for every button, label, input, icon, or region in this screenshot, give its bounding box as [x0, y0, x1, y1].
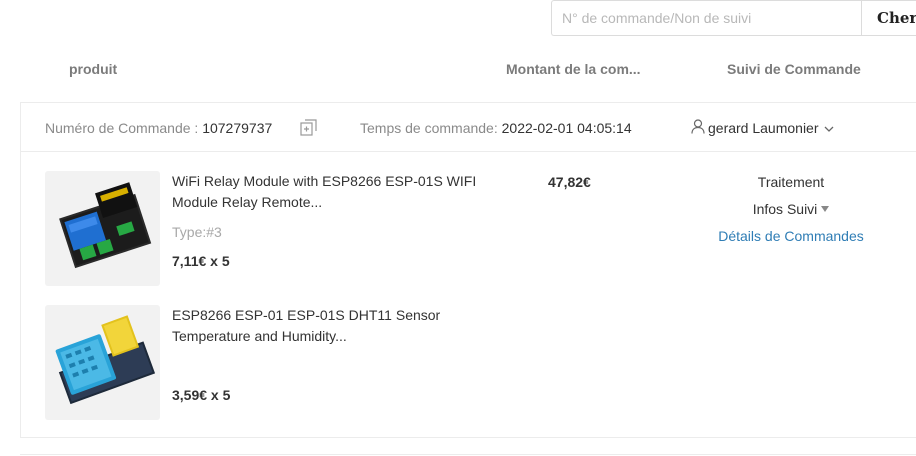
product-type: Type:#3 — [172, 224, 222, 240]
order-time-value: 2022-02-01 04:05:14 — [501, 120, 632, 136]
product-name[interactable]: ESP8266 ESP-01 ESP-01S DHT11 Sensor Temp… — [172, 305, 492, 347]
column-header-product: produit — [69, 61, 118, 77]
order-time-label: Temps de commande: — [360, 120, 502, 136]
product-name[interactable]: WiFi Relay Module with ESP8266 ESP-01S W… — [172, 171, 492, 213]
product-price-quantity: 7,11€ x 5 — [172, 253, 230, 269]
copy-icon[interactable] — [300, 119, 317, 141]
column-header-tracking: Suivi de Commande — [727, 61, 861, 77]
divider — [20, 454, 916, 455]
search-button[interactable]: Cher — [861, 0, 916, 36]
product-image-wifi-relay[interactable] — [45, 171, 160, 286]
order-header: Numéro de Commande : 107279737 Temps de … — [21, 103, 916, 152]
product-price-quantity: 3,59€ x 5 — [172, 387, 231, 403]
order-status: Traitement — [757, 174, 825, 190]
column-header-amount: Montant de la com... — [506, 61, 641, 77]
search-input[interactable] — [551, 0, 861, 36]
chevron-down-icon — [824, 120, 837, 136]
caret-down-icon — [821, 206, 830, 212]
order-time: Temps de commande: 2022-02-01 04:05:14 — [360, 120, 632, 136]
buyer-name: gerard Laumonier — [708, 120, 819, 136]
tracking-info-label: Infos Suivi — [752, 201, 818, 217]
order-card: Numéro de Commande : 107279737 Temps de … — [20, 102, 916, 438]
order-number-label: Numéro de Commande : — [45, 120, 203, 136]
user-icon — [691, 119, 708, 137]
buyer-dropdown[interactable]: gerard Laumonier — [691, 119, 837, 137]
product-image-dht11-sensor[interactable] — [45, 305, 160, 420]
tracking-info-dropdown[interactable]: Infos Suivi — [721, 201, 861, 217]
order-number-value: 107279737 — [202, 120, 273, 136]
order-details-link[interactable]: Détails de Commandes — [701, 228, 881, 244]
order-amount: 47,82€ — [548, 174, 591, 190]
order-number: Numéro de Commande : 107279737 — [45, 120, 272, 136]
